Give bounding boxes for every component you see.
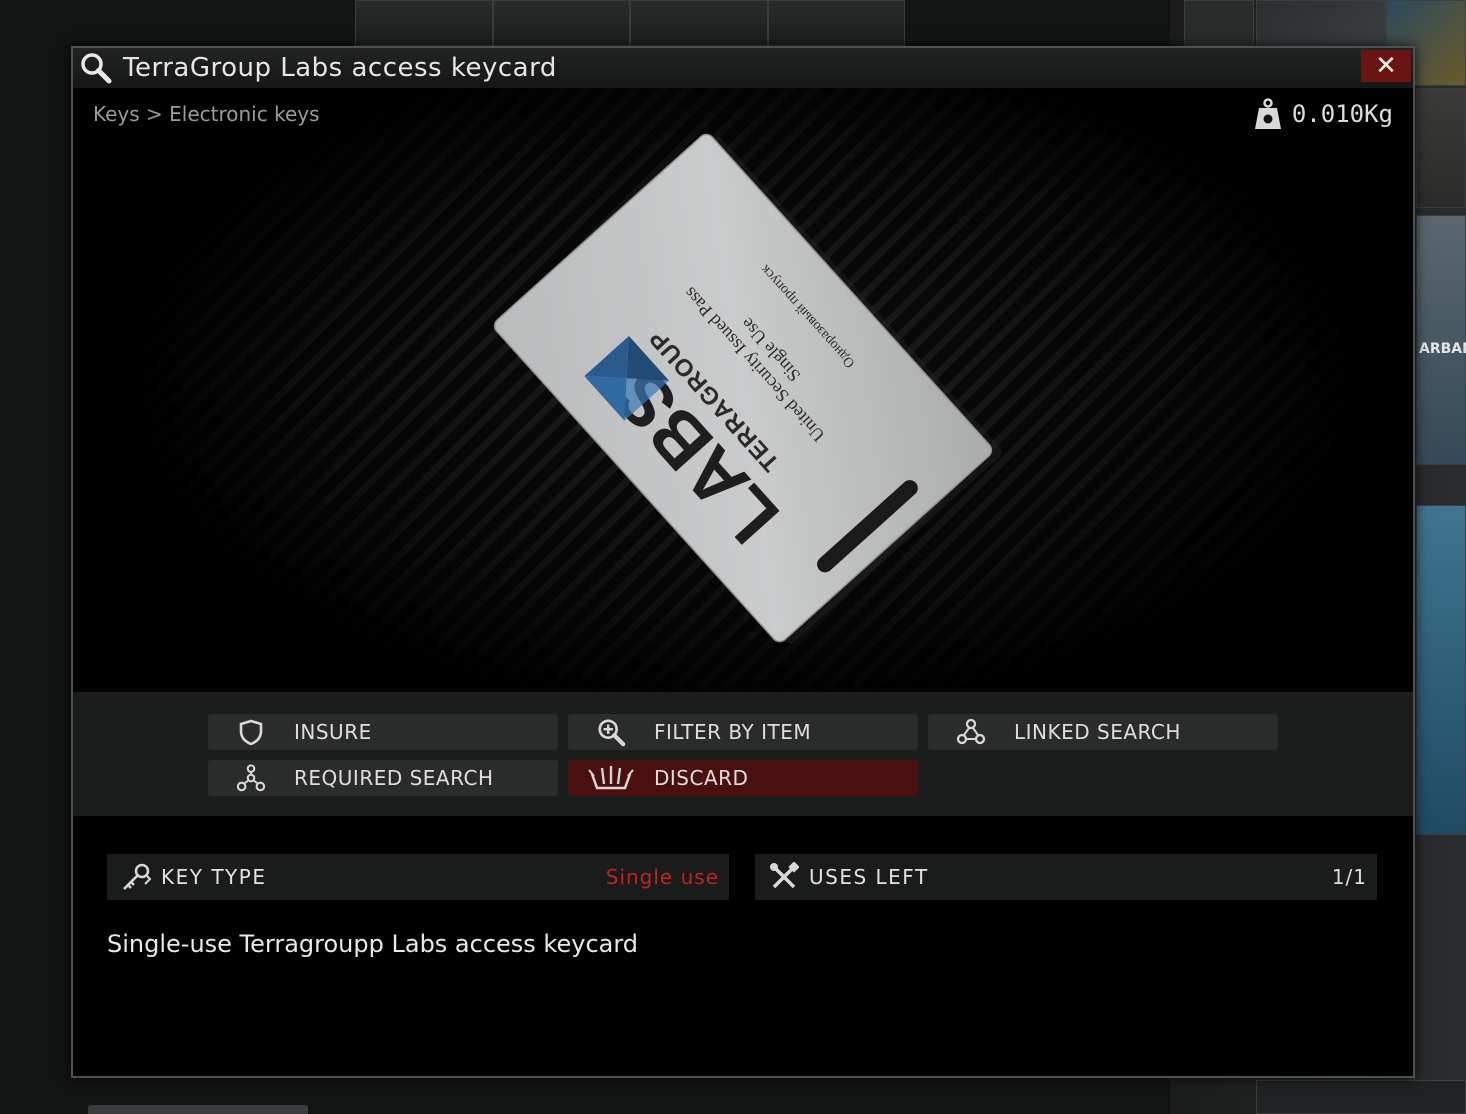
linked-search-button[interactable]: LINKED SEARCH [928,714,1278,750]
insure-label: INSURE [294,720,372,744]
stat-key-type-label: KEY TYPE [161,865,267,889]
required-search-button[interactable]: REQUIRED SEARCH [208,760,558,796]
tools-icon [770,862,799,889]
item-preview-area[interactable]: Keys > Electronic keys 0.010Kg LABS TERR… [73,88,1413,692]
nodes-icon [956,718,986,745]
item-actions-bar: INSURE FILTER BY ITEM LINKED SEARCH REQU… [73,692,1413,816]
background-item: ARBAN [1416,215,1466,465]
background-item [1256,1080,1466,1114]
stat-key-type: KEY TYPE Single use [107,854,729,900]
item-inspect-window: TerraGroup Labs access keycard ✕ Keys > … [71,46,1415,1078]
keycard-image: LABS TERRAGROUP United Security Issued P… [493,133,1002,644]
background-tab [88,1105,308,1114]
search-icon [81,53,112,84]
window-titlebar[interactable]: TerraGroup Labs access keycard ✕ [73,48,1413,89]
required-search-label: REQUIRED SEARCH [294,766,494,790]
magnifier-plus-icon [598,719,626,747]
item-info-section: KEY TYPE Single use USES LEFT 1/1 Single… [73,816,1413,1076]
discard-icon [588,766,634,790]
background-slot [492,0,630,46]
background-slot [355,0,493,46]
discard-button[interactable]: DISCARD [568,760,918,796]
background-item [1184,0,1254,46]
background-slot [630,0,768,46]
background-item [1416,88,1466,208]
stat-uses-left: USES LEFT 1/1 [755,854,1377,900]
linked-search-label: LINKED SEARCH [1014,720,1181,744]
stat-key-type-value: Single use [605,865,719,889]
background-slot [767,0,905,46]
filter-by-item-label: FILTER BY ITEM [654,720,812,744]
close-button[interactable]: ✕ [1361,50,1411,82]
background-slot-row [355,0,905,46]
shield-icon [239,719,263,745]
discard-label: DISCARD [654,766,749,790]
nodes-icon [236,764,266,792]
keys-icon [123,863,152,890]
background-item-label: ARBAN [1419,341,1466,357]
stat-uses-left-value: 1/1 [1331,865,1367,889]
stat-uses-left-label: USES LEFT [809,865,929,889]
item-description: Single-use Terragroupp Labs access keyca… [107,930,639,958]
close-icon: ✕ [1375,51,1397,81]
filter-by-item-button[interactable]: FILTER BY ITEM [568,714,918,750]
insure-button[interactable]: INSURE [208,714,558,750]
background-item [1416,505,1466,835]
window-title: TerraGroup Labs access keycard [123,53,557,83]
